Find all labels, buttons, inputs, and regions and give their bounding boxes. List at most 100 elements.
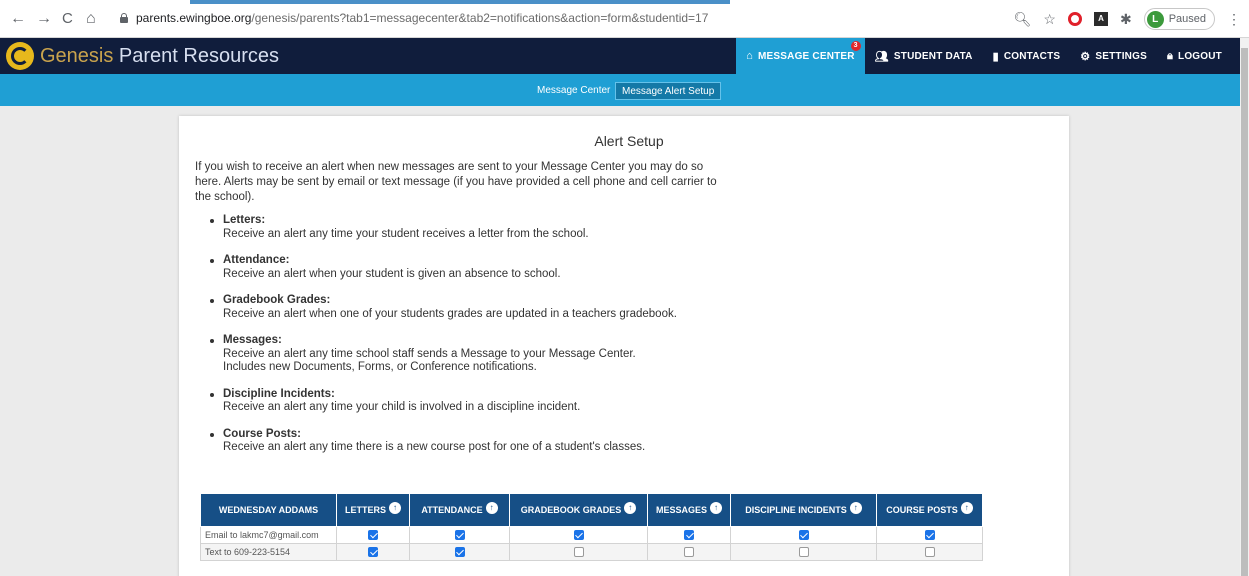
alert-description: Receive an alert when one of your studen… — [223, 307, 677, 320]
opera-extension-icon[interactable] — [1067, 12, 1082, 26]
info-icon[interactable]: ↑ — [389, 501, 401, 514]
puzzle-extensions-icon[interactable]: ✱ — [1120, 11, 1132, 27]
nav-label: CONTACTS — [1003, 50, 1061, 62]
alert-settings-table: WEDNESDAY ADDAMS LETTERS ↑ ATTENDANCE ↑ GR… — [200, 493, 983, 561]
app-title: Genesis Parent Resources — [40, 45, 280, 67]
column-label: GRADEBOOK GRADES — [520, 505, 622, 515]
table-header-row: WEDNESDAY ADDAMS LETTERS ↑ ATTENDANCE ↑ GR… — [200, 493, 983, 527]
table-cell — [730, 526, 877, 544]
list-item: Discipline Incidents: Receive an alert a… — [207, 388, 827, 415]
zoom-icon[interactable]: 🔍︎ — [1014, 11, 1032, 27]
browser-toolbar: ← → C ⌂ parents.ewingboe.org/genesis/par… — [0, 0, 1249, 38]
table-cell — [509, 526, 648, 544]
table-cell — [647, 543, 731, 561]
alert-name: Attendance: — [223, 254, 290, 266]
alert-checkbox[interactable] — [573, 530, 584, 541]
table-cell — [409, 526, 510, 544]
alert-checkbox[interactable] — [924, 547, 935, 558]
table-cell — [876, 543, 983, 561]
book-icon: ▮ — [992, 50, 999, 63]
avatar: L — [1146, 10, 1164, 28]
alert-checkbox[interactable] — [368, 547, 378, 558]
lock-icon: 🔒︎ — [1166, 49, 1174, 62]
table-cell — [876, 526, 983, 544]
alert-checkbox[interactable] — [454, 547, 465, 558]
tab-message-center[interactable]: Message Center — [531, 82, 616, 100]
alert-checkbox[interactable] — [798, 530, 809, 541]
lock-icon[interactable] — [120, 13, 128, 23]
alert-checkbox[interactable] — [573, 547, 584, 558]
notification-badge: 3 — [850, 41, 861, 51]
table-cell — [336, 543, 410, 561]
home-icon[interactable]: ⌂ — [86, 10, 96, 28]
bullet-icon — [210, 219, 214, 223]
table-cell — [409, 543, 510, 561]
nav-label: STUDENT DATA — [893, 50, 973, 62]
table-cell — [647, 526, 731, 544]
profile-status: Paused — [1168, 13, 1206, 25]
url-text[interactable]: parents.ewingboe.org/genesis/parents?tab… — [136, 11, 708, 25]
home-icon: ⌂ — [746, 50, 754, 62]
pdf-extension-icon[interactable]: A — [1093, 12, 1108, 26]
info-icon[interactable]: ↑ — [849, 501, 862, 514]
alert-checkbox[interactable] — [684, 547, 694, 558]
bullet-icon — [210, 259, 214, 263]
alert-description: Receive an alert any time there is a new… — [223, 441, 646, 453]
alert-checkbox[interactable] — [798, 547, 809, 558]
forward-arrow-icon[interactable]: → — [36, 10, 52, 28]
nav-message-center[interactable]: ⌂ MESSAGE CENTER 3 — [736, 38, 865, 74]
tab-message-alert-setup[interactable]: Message Alert Setup — [615, 82, 722, 100]
sub-nav: Message Center Message Alert Setup — [0, 74, 1240, 106]
column-header-gradebook-grades: GRADEBOOK GRADES ↑ — [509, 493, 648, 527]
reload-icon[interactable]: C — [62, 10, 73, 28]
column-label: ATTENDANCE — [421, 505, 483, 515]
users-icon: 👥︎ — [874, 50, 889, 63]
app-header: Genesis Parent Resources ⌂ MESSAGE CENTE… — [0, 38, 1240, 74]
column-header-letters: LETTERS ↑ — [336, 493, 410, 527]
alert-name: Messages: — [223, 334, 282, 346]
column-label: MESSAGES — [655, 505, 707, 515]
nav-contacts[interactable]: ▮ CONTACTS — [983, 38, 1071, 74]
list-item: Gradebook Grades: Receive an alert when … — [207, 294, 827, 321]
nav-logout[interactable]: 🔒︎ LOGOUT — [1157, 38, 1232, 74]
alert-types-list: Letters: Receive an alert any time your … — [207, 214, 827, 468]
column-header-attendance: ATTENDANCE ↑ — [409, 493, 510, 527]
alert-description-extra: Includes new Documents, Forms, or Confer… — [223, 361, 537, 373]
bullet-icon — [210, 299, 214, 303]
profile-button[interactable]: L Paused — [1143, 8, 1215, 30]
alert-description: Receive an alert when your student is gi… — [223, 267, 561, 280]
alert-checkbox[interactable] — [924, 530, 935, 541]
list-item: Attendance: Receive an alert when your s… — [207, 254, 827, 281]
nav-label: MESSAGE CENTER — [758, 50, 855, 62]
nav-settings[interactable]: ⚙ SETTINGS — [1070, 38, 1157, 74]
alert-description: Receive an alert any time your child is … — [223, 401, 581, 413]
bullet-icon — [210, 392, 214, 397]
menu-icon[interactable]: ⋮ — [1227, 11, 1241, 27]
alert-name: Discipline Incidents: — [223, 387, 335, 400]
alert-name: Gradebook Grades: — [223, 294, 331, 306]
alert-checkbox[interactable] — [454, 530, 465, 541]
info-icon[interactable]: ↑ — [710, 501, 722, 514]
column-label: DISCIPLINE INCIDENTS — [745, 505, 847, 515]
alert-setup-card: Alert Setup If you wish to receive an al… — [179, 116, 1069, 576]
alert-description: Receive an alert any time school staff s… — [223, 347, 636, 360]
table-row: Email to lakmc7@gmail.com — [200, 526, 983, 544]
star-icon[interactable]: ☆ — [1043, 11, 1056, 27]
top-nav: ⌂ MESSAGE CENTER 3 👥︎ STUDENT DATA ▮ CON… — [736, 38, 1232, 74]
browser-actions: 🔍︎ ☆ A ✱ L Paused ⋮ — [1014, 7, 1241, 31]
scrollbar-thumb[interactable] — [1241, 48, 1248, 576]
intro-text: If you wish to receive an alert when new… — [195, 161, 717, 203]
nav-label: LOGOUT — [1178, 50, 1222, 62]
info-icon[interactable]: ↑ — [624, 501, 637, 514]
info-icon[interactable]: ↑ — [485, 501, 498, 514]
back-arrow-icon[interactable]: ← — [10, 10, 26, 28]
alert-checkbox[interactable] — [368, 530, 378, 541]
bullet-icon — [210, 432, 214, 437]
delivery-method-label: Email to lakmc7@gmail.com — [200, 526, 337, 544]
alert-checkbox[interactable] — [684, 530, 694, 541]
info-icon[interactable]: ↑ — [960, 501, 973, 514]
delivery-method-label: Text to 609-223-5154 — [200, 543, 337, 561]
address-bar[interactable]: parents.ewingboe.org/genesis/parents?tab… — [112, 6, 1112, 32]
nav-student-data[interactable]: 👥︎ STUDENT DATA — [865, 38, 983, 74]
alert-name: Letters: — [223, 214, 266, 226]
